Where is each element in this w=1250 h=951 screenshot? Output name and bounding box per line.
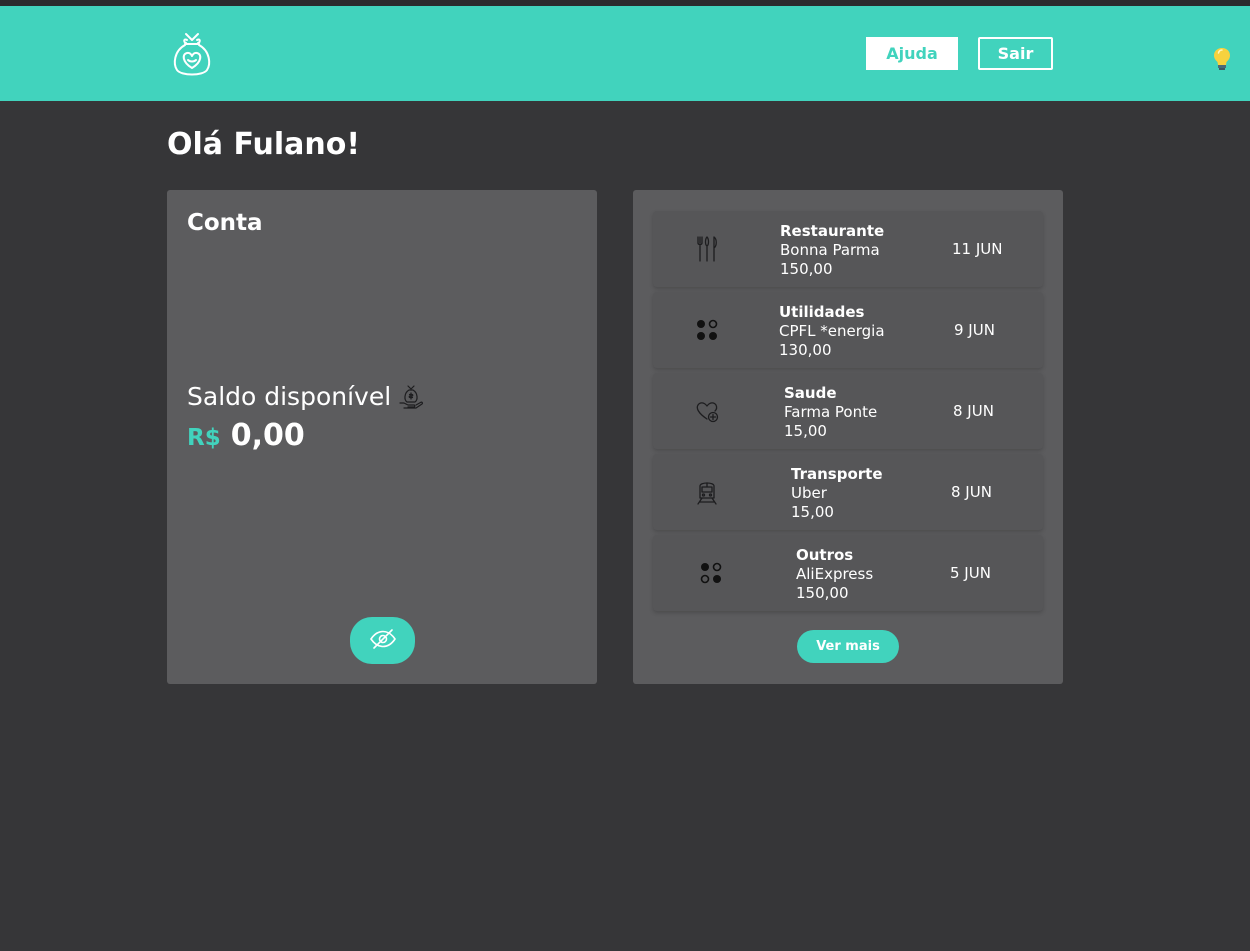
currency-symbol: R$ xyxy=(187,425,221,451)
transaction-category: Outros xyxy=(796,546,854,564)
balance-amount: 0,00 xyxy=(230,418,305,453)
see-more-button[interactable]: Ver mais xyxy=(797,630,899,663)
balance-label: Saldo disponível xyxy=(187,382,392,411)
transaction-merchant: CPFL *energia xyxy=(779,322,885,340)
transaction-date: 9 JUN xyxy=(954,321,995,339)
transaction-details: Saude Farma Ponte 15,00 xyxy=(784,384,877,441)
transaction-category: Restaurante xyxy=(780,222,885,240)
transaction-details: Restaurante Bonna Parma 150,00 xyxy=(780,222,884,279)
logout-button[interactable]: Sair xyxy=(978,37,1053,70)
transaction-date: 8 JUN xyxy=(951,483,992,501)
cutlery-icon xyxy=(693,235,721,263)
lightbulb-icon[interactable] xyxy=(1212,46,1232,72)
transaction-amount: 130,00 xyxy=(779,341,832,359)
transaction-merchant: Farma Ponte xyxy=(784,403,878,421)
transaction-details: Outros AliExpress 150,00 xyxy=(796,546,873,603)
transaction-merchant: Uber xyxy=(791,484,827,502)
dots-grid-alt-icon xyxy=(697,559,725,587)
account-title: Conta xyxy=(187,210,263,236)
transaction-amount: 150,00 xyxy=(796,584,849,602)
toggle-balance-visibility-button[interactable] xyxy=(350,617,415,664)
transaction-item[interactable]: Utilidades CPFL *energia 130,00 9 JUN xyxy=(653,292,1043,368)
money-bag-hand-icon xyxy=(397,383,425,411)
app-header: Ajuda Sair xyxy=(0,6,1250,101)
transactions-card: Restaurante Bonna Parma 150,00 11 JUN Ut… xyxy=(633,190,1063,684)
help-button[interactable]: Ajuda xyxy=(866,37,958,70)
transaction-merchant: AliExpress xyxy=(796,565,874,583)
transaction-merchant: Bonna Parma xyxy=(780,241,880,259)
transaction-item[interactable]: Restaurante Bonna Parma 150,00 11 JUN xyxy=(653,211,1043,287)
balance-value-row: R$ 0,00 xyxy=(187,418,305,453)
heart-plus-icon xyxy=(693,397,721,425)
transaction-amount: 15,00 xyxy=(784,422,827,440)
transaction-item[interactable]: Saude Farma Ponte 15,00 8 JUN xyxy=(653,373,1043,449)
transaction-amount: 150,00 xyxy=(780,260,833,278)
transaction-details: Utilidades CPFL *energia 130,00 xyxy=(779,303,885,360)
transaction-date: 8 JUN xyxy=(953,402,994,420)
greeting-heading: Olá Fulano! xyxy=(167,127,361,162)
transaction-category: Saude xyxy=(784,384,837,402)
transaction-date: 11 JUN xyxy=(952,240,1003,258)
money-bag-heart-icon[interactable] xyxy=(170,30,214,82)
balance-label-row: Saldo disponível xyxy=(187,382,425,411)
dots-grid-icon xyxy=(693,316,721,344)
transaction-category: Utilidades xyxy=(779,303,865,321)
eye-slash-icon xyxy=(369,628,397,653)
transaction-details: Transporte Uber 15,00 xyxy=(791,465,883,522)
train-icon xyxy=(693,478,721,506)
transaction-date: 5 JUN xyxy=(950,564,991,582)
transaction-item[interactable]: Transporte Uber 15,00 8 JUN xyxy=(653,454,1043,530)
transaction-item[interactable]: Outros AliExpress 150,00 5 JUN xyxy=(653,535,1043,611)
account-card: Conta Saldo disponível R$ 0,00 xyxy=(167,190,597,684)
transaction-amount: 15,00 xyxy=(791,503,834,521)
transaction-category: Transporte xyxy=(791,465,883,483)
